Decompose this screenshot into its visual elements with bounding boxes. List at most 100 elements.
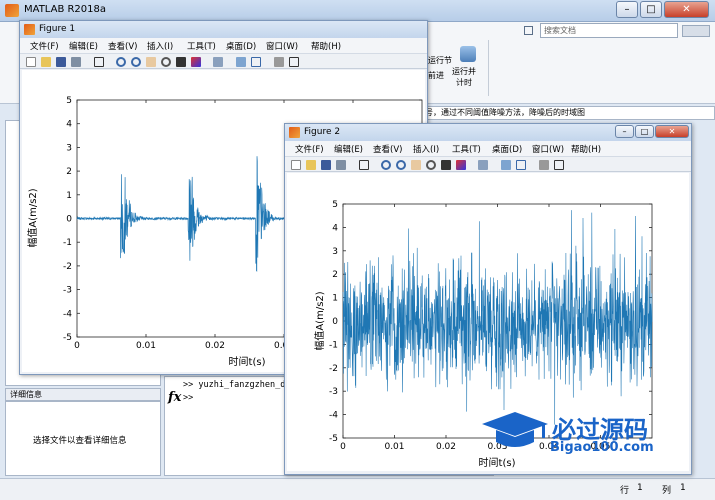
y-tick-label: 2 [332,270,338,280]
open-icon[interactable] [306,160,316,170]
colorbar-icon[interactable] [236,57,246,67]
command-history-line: >> yuzhi_fanzgzhen_d [183,380,286,390]
menu-window[interactable]: 窗口(W) [266,40,298,52]
figure1-ylabel: 幅值A(m/s2) [26,188,39,247]
pan-icon[interactable] [146,57,156,67]
y-tick-label: -5 [329,434,338,444]
colorbar-icon[interactable] [501,160,511,170]
menu-insert[interactable]: 插入(I) [147,40,173,52]
figure-icon [289,127,300,138]
y-tick-label: -3 [329,387,338,397]
menu-file[interactable]: 文件(F) [295,143,324,155]
run-and-time-button[interactable]: 运行并 计时 [452,66,476,88]
brush-icon[interactable] [191,57,201,67]
data-cursor-icon[interactable] [441,160,451,170]
details-hint: 选择文件以查看详细信息 [33,436,127,446]
window-title: MATLAB R2018a [24,4,107,15]
menu-insert[interactable]: 插入(I) [413,143,439,155]
close-button[interactable]: ✕ [655,125,689,138]
figure2-title: Figure 2 [304,127,341,137]
legend-icon[interactable] [516,160,526,170]
y-tick-label: 3 [332,247,338,257]
row-value: 1 [637,483,643,493]
run-section-label[interactable]: 运行节 [428,55,452,66]
filter-button[interactable] [682,25,710,37]
figure-icon [24,24,35,35]
rotate-icon[interactable] [426,160,436,170]
pointer-icon[interactable] [359,160,369,170]
rotate-icon[interactable] [161,57,171,67]
menu-tools[interactable]: 工具(T) [187,40,216,52]
y-tick-label: 2 [66,167,72,177]
pointer-icon[interactable] [94,57,104,67]
advance-label[interactable]: 前进 [428,70,444,81]
zoom-in-icon[interactable] [381,160,391,170]
menu-help[interactable]: 帮助(H) [571,143,601,155]
y-tick-label: -2 [63,262,72,272]
y-tick-label: 5 [66,96,72,106]
y-tick-label: -5 [63,333,72,343]
maximize-button[interactable]: □ [640,1,662,18]
x-tick-label: 0.01 [136,341,156,351]
brush-icon[interactable] [456,160,466,170]
show-plot-tools-icon[interactable] [289,57,299,67]
fx-icon[interactable]: fx [168,390,181,405]
open-icon[interactable] [41,57,51,67]
show-plot-tools-icon[interactable] [554,160,564,170]
command-prompt[interactable]: >> [183,393,193,403]
y-tick-label: 4 [332,223,338,233]
matlab-logo-icon [5,4,19,17]
y-tick-label: -4 [63,309,72,319]
save-icon[interactable] [321,160,331,170]
minimize-button[interactable]: – [616,1,638,18]
link-icon[interactable] [213,57,223,67]
maximize-button[interactable]: □ [635,125,654,138]
new-figure-icon[interactable] [291,160,301,170]
print-icon[interactable] [71,57,81,67]
x-tick-label: 0 [74,341,80,351]
y-tick-label: 0 [332,317,338,327]
details-header[interactable]: 详细信息 [5,388,161,401]
hide-plot-tools-icon[interactable] [539,160,549,170]
menu-file[interactable]: 文件(F) [30,40,59,52]
link-icon[interactable] [478,160,488,170]
pan-icon[interactable] [411,160,421,170]
zoom-in-icon[interactable] [116,57,126,67]
menu-tools[interactable]: 工具(T) [452,143,481,155]
x-tick-label: 0.02 [436,442,456,452]
col-label: 列 [662,486,672,496]
row-label: 行 [620,486,630,496]
hide-plot-tools-icon[interactable] [274,57,284,67]
y-tick-label: -1 [329,340,338,350]
ribbon-divider [488,40,489,96]
run-time-icon[interactable] [460,46,476,62]
figure2-menubar: 文件(F) 编辑(E) 查看(V) 插入(I) 工具(T) 桌面(D) 窗口(W… [285,141,691,156]
y-tick-label: 3 [66,143,72,153]
zoom-out-icon[interactable] [131,57,141,67]
figure2-titlebar[interactable]: Figure 2 – □ ✕ [285,124,691,141]
minimize-button[interactable]: – [615,125,634,138]
legend-icon[interactable] [251,57,261,67]
help-icon[interactable] [524,26,533,35]
data-cursor-icon[interactable] [176,57,186,67]
menu-view[interactable]: 查看(V) [373,143,402,155]
main-titlebar: MATLAB R2018a – □ ✕ [0,0,715,22]
figure1-title: Figure 1 [39,24,76,34]
menu-edit[interactable]: 编辑(E) [334,143,363,155]
menu-desktop[interactable]: 桌面(D) [226,40,256,52]
print-icon[interactable] [336,160,346,170]
menu-help[interactable]: 帮助(H) [311,40,341,52]
watermark-url: Bigao100.com [550,440,654,455]
figure1-titlebar[interactable]: Figure 1 [20,21,427,38]
new-figure-icon[interactable] [26,57,36,67]
menu-view[interactable]: 查看(V) [108,40,137,52]
current-folder-path[interactable]: 号，通过不同阈值降噪方法，降噪后的时域图 [420,106,715,120]
close-button[interactable]: ✕ [664,1,709,18]
y-tick-label: -2 [329,364,338,374]
zoom-out-icon[interactable] [396,160,406,170]
menu-edit[interactable]: 编辑(E) [69,40,98,52]
menu-window[interactable]: 窗口(W) [532,143,564,155]
menu-desktop[interactable]: 桌面(D) [492,143,522,155]
search-input[interactable]: 搜索文档 [540,23,678,38]
save-icon[interactable] [56,57,66,67]
